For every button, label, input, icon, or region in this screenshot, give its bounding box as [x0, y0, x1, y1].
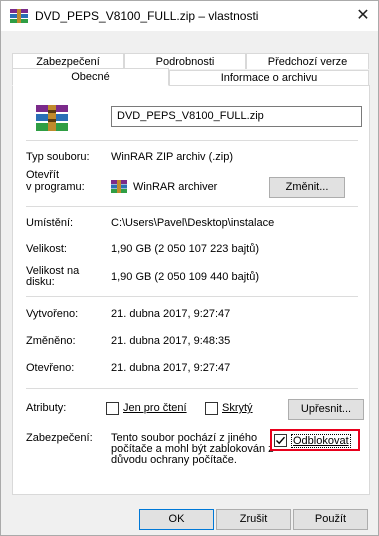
modified-value: 21. dubna 2017, 9:48:35 [111, 335, 231, 347]
window-title: DVD_PEPS_V8100_FULL.zip – vlastnosti [35, 9, 259, 23]
close-button[interactable]: ✕ [351, 4, 375, 28]
title-bar[interactable]: DVD_PEPS_V8100_FULL.zip – vlastnosti ✕ [1, 1, 378, 31]
readonly-label[interactable]: Jen pro čtení [123, 402, 187, 414]
file-name-input[interactable]: DVD_PEPS_V8100_FULL.zip [111, 106, 362, 127]
ok-button-label: OK [168, 513, 185, 525]
security-label: Zabezpečení: [26, 432, 93, 444]
advanced-button-label: Upřesnit... [300, 403, 352, 415]
winrar-archive-icon [36, 105, 68, 131]
change-button-label: Změnit... [285, 181, 329, 193]
tab-zabezpeceni[interactable]: Zabezpečení [12, 53, 124, 69]
hidden-label[interactable]: Skrytý [222, 402, 253, 414]
divider [26, 296, 358, 297]
tab-obecne[interactable]: Obecné [12, 68, 169, 86]
size-on-disk-value: 1,90 GB (2 050 109 440 bajtů) [111, 271, 259, 283]
divider [26, 388, 358, 389]
size-label: Velikost: [26, 243, 67, 255]
file-type-label: Typ souboru: [26, 151, 90, 163]
change-button[interactable]: Změnit... [269, 177, 345, 198]
location-value: C:\Users\Pavel\Desktop\instalace [111, 217, 275, 229]
cancel-button[interactable]: Zrušit [216, 509, 291, 530]
close-icon: ✕ [356, 7, 370, 24]
divider [26, 206, 358, 207]
winrar-archive-icon [10, 9, 28, 23]
tab-label: Podrobnosti [155, 56, 215, 68]
tab-podrobnosti[interactable]: Podrobnosti [124, 53, 246, 69]
apply-button-label: Použít [314, 513, 347, 525]
tab-label: Informace o archivu [220, 72, 318, 84]
file-type-value: WinRAR ZIP archiv (.zip) [111, 151, 234, 163]
opens-with-label-line1: Otevřít [26, 169, 60, 181]
unblock-highlight: Odblokovat [270, 429, 360, 451]
tab-informace-o-archivu[interactable]: Informace o archivu [169, 70, 369, 85]
advanced-button[interactable]: Upřesnit... [288, 399, 364, 420]
winrar-archiver-icon [111, 180, 127, 193]
general-panel: DVD_PEPS_V8100_FULL.zip Typ souboru: Win… [12, 85, 370, 495]
readonly-checkbox[interactable] [106, 402, 119, 415]
apply-button[interactable]: Použít [293, 509, 368, 530]
opens-with-label-line2: v programu: [26, 181, 85, 193]
modified-label: Změněno: [26, 335, 76, 347]
accessed-value: 21. dubna 2017, 9:27:47 [111, 362, 231, 374]
unblock-checkbox[interactable] [274, 434, 287, 447]
location-label: Umístění: [26, 217, 74, 229]
hidden-checkbox[interactable] [205, 402, 218, 415]
security-text-line3: důvodu ochrany počítače. [111, 454, 237, 466]
tab-label: Obecné [71, 71, 110, 83]
created-label: Vytvořeno: [26, 308, 79, 320]
attributes-label: Atributy: [26, 402, 67, 414]
unblock-label[interactable]: Odblokovat [291, 434, 351, 448]
divider [26, 140, 358, 141]
checkmark-icon [276, 436, 286, 445]
opens-with-value: WinRAR archiver [133, 181, 218, 193]
properties-dialog: DVD_PEPS_V8100_FULL.zip – vlastnosti ✕ Z… [0, 0, 379, 536]
cancel-button-label: Zrušit [239, 513, 268, 525]
size-on-disk-label-line2: disku: [26, 276, 55, 288]
tab-predchozi-verze[interactable]: Předchozí verze [246, 53, 369, 69]
accessed-label: Otevřeno: [26, 362, 75, 374]
size-value: 1,90 GB (2 050 107 223 bajtů) [111, 243, 259, 255]
tab-label: Předchozí verze [267, 56, 348, 68]
created-value: 21. dubna 2017, 9:27:47 [111, 308, 231, 320]
tab-label: Zabezpečení [36, 56, 100, 68]
ok-button[interactable]: OK [139, 509, 214, 530]
